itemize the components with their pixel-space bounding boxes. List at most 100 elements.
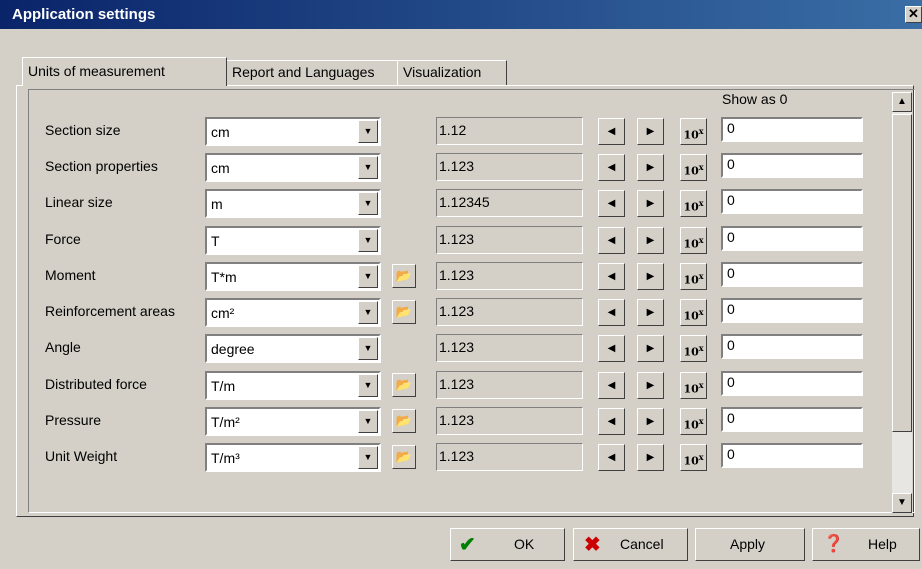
show-as-zero-input[interactable]: 0 bbox=[721, 407, 863, 432]
help-button[interactable]: ❓ Help bbox=[812, 528, 920, 561]
vertical-scrollbar[interactable]: ▲ ▼ bbox=[892, 92, 912, 513]
cancel-label: Cancel bbox=[620, 536, 664, 552]
scroll-thumb[interactable] bbox=[892, 114, 912, 432]
decrease-precision-button[interactable]: ◀ bbox=[598, 372, 625, 399]
chevron-down-icon[interactable]: ▼ bbox=[358, 446, 378, 469]
scroll-up-icon[interactable]: ▲ bbox=[892, 92, 912, 112]
tab-report-and-languages[interactable]: Report and Languages bbox=[226, 60, 398, 85]
power-of-ten-button[interactable]: 10x bbox=[680, 299, 707, 326]
power-of-ten-button[interactable]: 10x bbox=[680, 263, 707, 290]
scroll-down-icon[interactable]: ▼ bbox=[892, 493, 912, 513]
power-of-ten-button[interactable]: 10x bbox=[680, 154, 707, 181]
power-base-text: 10 bbox=[683, 273, 699, 287]
folder-open-icon[interactable]: 📂 bbox=[392, 300, 416, 324]
decrease-precision-button[interactable]: ◀ bbox=[598, 263, 625, 290]
decrease-precision-button[interactable]: ◀ bbox=[598, 444, 625, 471]
show-as-zero-input[interactable]: 0 bbox=[721, 371, 863, 396]
chevron-down-icon[interactable]: ▼ bbox=[358, 156, 378, 179]
power-base-text: 10 bbox=[683, 454, 699, 468]
increase-precision-button[interactable]: ▶ bbox=[637, 227, 664, 254]
decrease-precision-button[interactable]: ◀ bbox=[598, 299, 625, 326]
decrease-precision-button[interactable]: ◀ bbox=[598, 154, 625, 181]
decrease-precision-button[interactable]: ◀ bbox=[598, 408, 625, 435]
increase-precision-button[interactable]: ▶ bbox=[637, 190, 664, 217]
tab-visualization[interactable]: Visualization bbox=[397, 60, 507, 85]
number-format-field: 1.12345 bbox=[436, 189, 583, 217]
chevron-down-icon[interactable]: ▼ bbox=[358, 192, 378, 215]
show-as-zero-input[interactable]: 0 bbox=[721, 153, 863, 178]
unit-dropdown[interactable]: T ▼ bbox=[205, 226, 381, 255]
unit-value: T/m³ bbox=[211, 450, 240, 466]
power-of-ten-button[interactable]: 10x bbox=[680, 118, 707, 145]
unit-value: cm² bbox=[211, 305, 235, 321]
decrease-precision-button[interactable]: ◀ bbox=[598, 118, 625, 145]
increase-precision-button[interactable]: ▶ bbox=[637, 372, 664, 399]
number-format-field: 1.123 bbox=[436, 298, 583, 326]
unit-dropdown[interactable]: m ▼ bbox=[205, 189, 381, 218]
increase-precision-button[interactable]: ▶ bbox=[637, 118, 664, 145]
show-as-zero-input[interactable]: 0 bbox=[721, 334, 863, 359]
unit-dropdown[interactable]: cm ▼ bbox=[205, 117, 381, 146]
unit-dropdown[interactable]: degree ▼ bbox=[205, 334, 381, 363]
increase-precision-button[interactable]: ▶ bbox=[637, 408, 664, 435]
decrease-precision-button[interactable]: ◀ bbox=[598, 190, 625, 217]
unit-dropdown[interactable]: T/m³ ▼ bbox=[205, 443, 381, 472]
tab-units-of-measurement[interactable]: Units of measurement bbox=[22, 57, 227, 86]
increase-precision-button[interactable]: ▶ bbox=[637, 154, 664, 181]
unit-label: Reinforcement areas bbox=[45, 303, 175, 319]
number-format-field: 1.123 bbox=[436, 226, 583, 254]
unit-label: Section properties bbox=[45, 158, 158, 174]
unit-dropdown[interactable]: T/m² ▼ bbox=[205, 407, 381, 436]
cancel-button[interactable]: ✖ Cancel bbox=[573, 528, 688, 561]
power-base-text: 10 bbox=[683, 237, 699, 251]
power-of-ten-button[interactable]: 10x bbox=[680, 408, 707, 435]
chevron-down-icon[interactable]: ▼ bbox=[358, 265, 378, 288]
power-of-ten-button[interactable]: 10x bbox=[680, 227, 707, 254]
show-as-zero-input[interactable]: 0 bbox=[721, 262, 863, 287]
chevron-down-icon[interactable]: ▼ bbox=[358, 229, 378, 252]
show-as-zero-input[interactable]: 0 bbox=[721, 298, 863, 323]
increase-precision-button[interactable]: ▶ bbox=[637, 444, 664, 471]
unit-dropdown[interactable]: cm ▼ bbox=[205, 153, 381, 182]
power-exponent-text: x bbox=[698, 271, 704, 281]
power-of-ten-button[interactable]: 10x bbox=[680, 190, 707, 217]
power-of-ten-button[interactable]: 10x bbox=[680, 444, 707, 471]
folder-open-icon[interactable]: 📂 bbox=[392, 409, 416, 433]
chevron-down-icon[interactable]: ▼ bbox=[358, 337, 378, 360]
power-base-text: 10 bbox=[683, 345, 699, 359]
chevron-down-icon[interactable]: ▼ bbox=[358, 120, 378, 143]
unit-row: Section properties cm ▼ 1.123 ◀ ▶ 10x 0 bbox=[0, 153, 900, 186]
chevron-down-icon[interactable]: ▼ bbox=[358, 301, 378, 324]
checkmark-icon: ✔ bbox=[459, 534, 476, 556]
unit-dropdown[interactable]: T/m ▼ bbox=[205, 371, 381, 400]
chevron-down-icon[interactable]: ▼ bbox=[358, 374, 378, 397]
unit-dropdown[interactable]: T*m ▼ bbox=[205, 262, 381, 291]
close-icon[interactable]: ✕ bbox=[905, 6, 922, 23]
help-book-icon: ❓ bbox=[823, 534, 845, 553]
apply-label: Apply bbox=[730, 536, 766, 552]
decrease-precision-button[interactable]: ◀ bbox=[598, 335, 625, 362]
show-as-zero-input[interactable]: 0 bbox=[721, 189, 863, 214]
show-as-zero-input[interactable]: 0 bbox=[721, 443, 863, 468]
folder-open-icon[interactable]: 📂 bbox=[392, 264, 416, 288]
increase-precision-button[interactable]: ▶ bbox=[637, 335, 664, 362]
show-as-zero-input[interactable]: 0 bbox=[721, 117, 863, 142]
unit-label: Moment bbox=[45, 267, 96, 283]
increase-precision-button[interactable]: ▶ bbox=[637, 263, 664, 290]
increase-precision-button[interactable]: ▶ bbox=[637, 299, 664, 326]
folder-open-icon[interactable]: 📂 bbox=[392, 373, 416, 397]
number-format-field: 1.123 bbox=[436, 334, 583, 362]
unit-dropdown[interactable]: cm² ▼ bbox=[205, 298, 381, 327]
power-exponent-text: x bbox=[698, 126, 704, 136]
unit-row: Distributed force T/m ▼ 📂 1.123 ◀ ▶ 10x 0 bbox=[0, 371, 900, 404]
show-as-zero-input[interactable]: 0 bbox=[721, 226, 863, 251]
ok-button[interactable]: ✔ OK bbox=[450, 528, 565, 561]
chevron-down-icon[interactable]: ▼ bbox=[358, 410, 378, 433]
power-of-ten-button[interactable]: 10x bbox=[680, 335, 707, 362]
unit-row: Angle degree ▼ 1.123 ◀ ▶ 10x 0 bbox=[0, 334, 900, 367]
apply-button[interactable]: Apply bbox=[695, 528, 805, 561]
power-exponent-text: x bbox=[698, 235, 704, 245]
folder-open-icon[interactable]: 📂 bbox=[392, 445, 416, 469]
power-of-ten-button[interactable]: 10x bbox=[680, 372, 707, 399]
decrease-precision-button[interactable]: ◀ bbox=[598, 227, 625, 254]
